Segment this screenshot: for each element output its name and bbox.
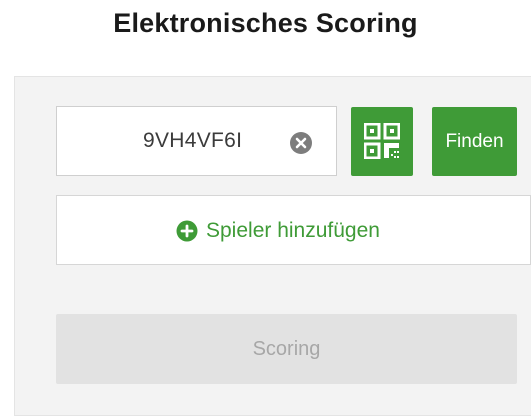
add-player-label: Spieler hinzufügen [206, 219, 380, 242]
add-player-content: Spieler hinzufügen [176, 218, 380, 244]
qr-scan-button[interactable] [351, 107, 413, 176]
find-button[interactable]: Finden [432, 107, 517, 176]
scoring-button[interactable]: Scoring [56, 314, 517, 384]
code-input[interactable]: 9VH4VF6I [56, 106, 337, 176]
plus-circle-icon [176, 220, 198, 242]
qr-code-icon [364, 123, 400, 159]
page-title: Elektronisches Scoring [113, 8, 418, 38]
scoring-page: Elektronisches Scoring 9VH4VF6I Finden S… [0, 0, 531, 416]
add-player-button[interactable]: Spieler hinzufügen [56, 195, 531, 265]
clear-icon[interactable] [289, 131, 313, 155]
code-input-value[interactable]: 9VH4VF6I [143, 129, 242, 153]
